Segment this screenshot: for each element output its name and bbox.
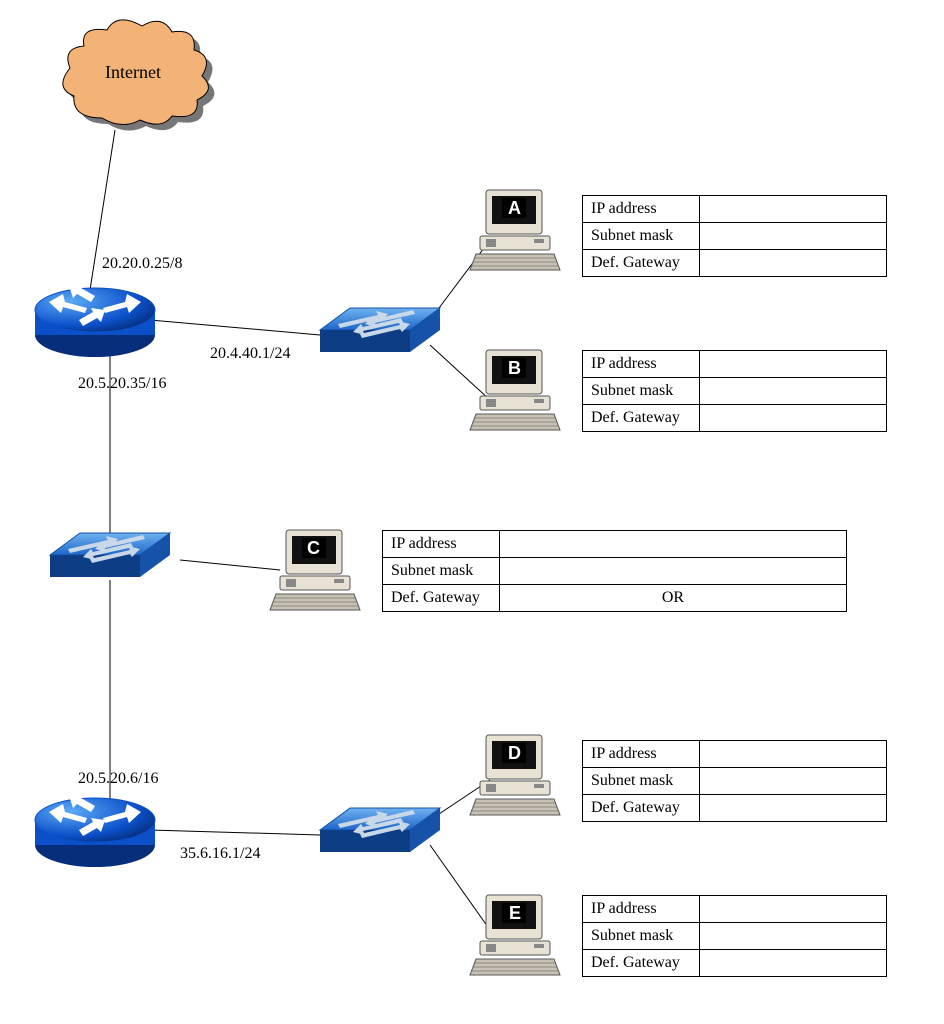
svg-text:B: B xyxy=(508,358,521,378)
host-a-ip-label: IP address xyxy=(583,196,700,223)
host-c-mask-value xyxy=(500,558,847,585)
host-e-ip-value xyxy=(700,896,887,923)
svg-text:C: C xyxy=(307,538,320,558)
host-e-ip-label: IP address xyxy=(583,896,700,923)
host-c-ip-label: IP address xyxy=(383,531,500,558)
host-a-gw-value xyxy=(700,250,887,277)
host-d-ip-value xyxy=(700,741,887,768)
host-b-ip-value xyxy=(700,351,887,378)
host-b-ip-label: IP address xyxy=(583,351,700,378)
host-c-mask-label: Subnet mask xyxy=(383,558,500,585)
host-c-gw-label: Def. Gateway xyxy=(383,585,500,612)
host-c-gw-value: OR xyxy=(500,585,847,612)
host-b-gw-value xyxy=(700,405,887,432)
host-b-table: IP address Subnet mask Def. Gateway xyxy=(582,350,887,432)
host-d-gw-label: Def. Gateway xyxy=(583,795,700,822)
host-a-table: IP address Subnet mask Def. Gateway xyxy=(582,195,887,277)
svg-text:A: A xyxy=(508,198,521,218)
host-e-mask-label: Subnet mask xyxy=(583,923,700,950)
host-c-ip-value xyxy=(500,531,847,558)
host-a-mask-label: Subnet mask xyxy=(583,223,700,250)
host-e-gw-label: Def. Gateway xyxy=(583,950,700,977)
host-a-gw-label: Def. Gateway xyxy=(583,250,700,277)
host-b-mask-label: Subnet mask xyxy=(583,378,700,405)
host-e-mask-value xyxy=(700,923,887,950)
host-b-gw-label: Def. Gateway xyxy=(583,405,700,432)
host-e-table: IP address Subnet mask Def. Gateway xyxy=(582,895,887,977)
pc-icons: A B C D E xyxy=(0,0,944,1024)
host-a-mask-value xyxy=(700,223,887,250)
host-d-mask-label: Subnet mask xyxy=(583,768,700,795)
host-d-mask-value xyxy=(700,768,887,795)
svg-text:E: E xyxy=(509,903,521,923)
svg-text:D: D xyxy=(508,743,521,763)
host-c-table: IP address Subnet mask Def. Gateway OR xyxy=(382,530,847,612)
host-a-ip-value xyxy=(700,196,887,223)
host-e-gw-value xyxy=(700,950,887,977)
host-d-ip-label: IP address xyxy=(583,741,700,768)
host-d-gw-value xyxy=(700,795,887,822)
host-b-mask-value xyxy=(700,378,887,405)
host-d-table: IP address Subnet mask Def. Gateway xyxy=(582,740,887,822)
